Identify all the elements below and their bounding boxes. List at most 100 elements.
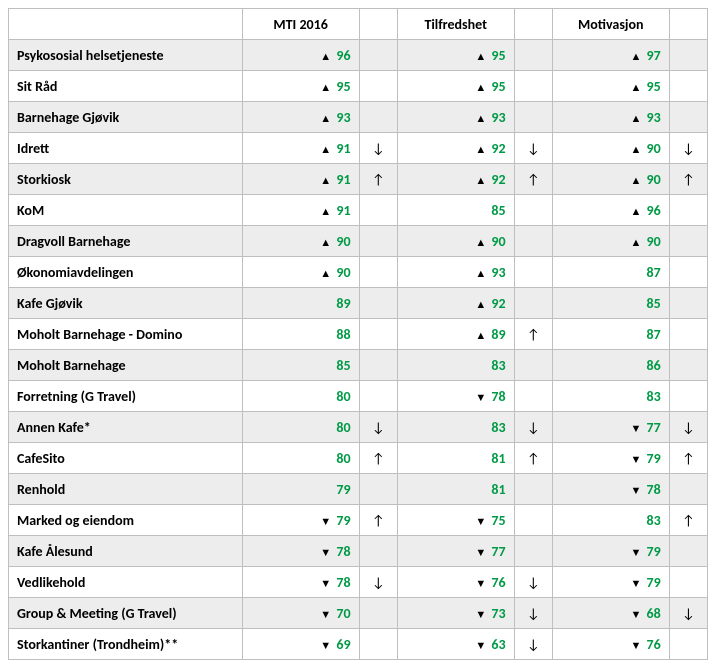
motivasjon-trend [669,381,707,412]
arrow-down-icon: ↓ [527,140,540,157]
triangle-up-icon: ▲ [320,267,331,280]
row-name: Idrett [9,133,243,164]
tilfredshet-value: 81 [397,443,514,474]
row-name: Kafe Gjøvik [9,288,243,319]
tilfredshet-trend [514,288,552,319]
triangle-down-icon: ▼ [630,639,641,652]
table-row: Sit Råd▲ 95▲ 95▲ 95 [9,71,708,102]
arrow-down-icon: ↓ [682,605,695,622]
triangle-down-icon: ▼ [320,577,331,590]
motivasjon-value: 83 [552,505,669,536]
table-row: Vedlikehold▼ 78↓▼ 76↓▼ 79 [9,567,708,598]
arrow-down-icon: ↓ [682,140,695,157]
triangle-up-icon: ▲ [475,112,486,125]
tilfredshet-value: ▼ 73 [397,598,514,629]
motivasjon-value: ▲ 96 [552,195,669,226]
mti-value: ▲ 95 [242,71,359,102]
mti-trend: ↑ [359,164,397,195]
mti-value: 80 [242,412,359,443]
table-row: Moholt Barnehage - Domino88▲ 89↑87 [9,319,708,350]
tilfredshet-trend [514,71,552,102]
row-name: Dragvoll Barnehage [9,226,243,257]
motivasjon-value: ▲ 93 [552,102,669,133]
mti-value: ▲ 91 [242,164,359,195]
mti-trend [359,102,397,133]
mti-value: 85 [242,350,359,381]
table-row: Group & Meeting (G Travel)▼ 70▼ 73↓▼ 68↓ [9,598,708,629]
table-row: Kafe Ålesund▼ 78▼ 77▼ 79 [9,536,708,567]
motivasjon-trend [669,71,707,102]
row-name: Kafe Ålesund [9,536,243,567]
mti-value: ▼ 79 [242,505,359,536]
header-mti-arrow [359,9,397,40]
motivasjon-value: ▲ 95 [552,71,669,102]
arrow-up-icon: ↑ [527,450,540,467]
arrow-up-icon: ↑ [682,450,695,467]
arrow-up-icon: ↑ [372,512,385,529]
row-name: Vedlikehold [9,567,243,598]
tilfredshet-trend [514,350,552,381]
header-motivasjon-arrow [669,9,707,40]
motivasjon-trend [669,474,707,505]
motivasjon-trend [669,288,707,319]
row-name: Annen Kafe* [9,412,243,443]
triangle-up-icon: ▲ [630,174,641,187]
tilfredshet-value: ▲ 92 [397,133,514,164]
mti-trend [359,536,397,567]
tilfredshet-value: ▼ 75 [397,505,514,536]
triangle-up-icon: ▲ [320,205,331,218]
motivasjon-value: ▼ 68 [552,598,669,629]
triangle-up-icon: ▲ [320,81,331,94]
tilfredshet-value: ▲ 93 [397,257,514,288]
motivasjon-trend: ↓ [669,133,707,164]
mti-trend [359,40,397,71]
arrow-down-icon: ↓ [527,419,540,436]
row-name: Moholt Barnehage - Domino [9,319,243,350]
row-name: Storkiosk [9,164,243,195]
header-row: MTI 2016 Tilfredshet Motivasjon [9,9,708,40]
row-name: Group & Meeting (G Travel) [9,598,243,629]
table-row: Idrett▲ 91↓▲ 92↓▲ 90↓ [9,133,708,164]
arrow-down-icon: ↓ [372,419,385,436]
mti-value: ▲ 90 [242,226,359,257]
motivasjon-trend [669,350,707,381]
tilfredshet-trend [514,536,552,567]
row-name: Sit Råd [9,71,243,102]
motivasjon-value: ▼ 77 [552,412,669,443]
tilfredshet-value: 85 [397,195,514,226]
triangle-up-icon: ▲ [475,174,486,187]
triangle-down-icon: ▼ [630,453,641,466]
mti-trend: ↓ [359,133,397,164]
arrow-up-icon: ↑ [527,326,540,343]
motivasjon-trend [669,629,707,660]
tilfredshet-trend [514,102,552,133]
triangle-down-icon: ▼ [475,515,486,528]
table-row: Storkantiner (Trondheim)**▼ 69▼ 63↓▼ 76 [9,629,708,660]
mti-trend [359,257,397,288]
header-tilfredshet-arrow [514,9,552,40]
motivasjon-trend: ↑ [669,505,707,536]
table-row: Kafe Gjøvik89▲ 9285 [9,288,708,319]
mti-value: ▲ 91 [242,195,359,226]
mti-value: 89 [242,288,359,319]
triangle-down-icon: ▼ [320,515,331,528]
header-name [9,9,243,40]
motivasjon-value: 87 [552,319,669,350]
tilfredshet-trend: ↑ [514,443,552,474]
triangle-down-icon: ▼ [320,608,331,621]
table-row: Marked og eiendom▼ 79↑▼ 7583↑ [9,505,708,536]
tilfredshet-value: ▼ 63 [397,629,514,660]
motivasjon-trend: ↓ [669,412,707,443]
table-row: KoM▲ 9185▲ 96 [9,195,708,226]
mti-value: 80 [242,443,359,474]
triangle-down-icon: ▼ [320,546,331,559]
mti-trend [359,319,397,350]
motivasjon-trend [669,102,707,133]
tilfredshet-value: ▼ 78 [397,381,514,412]
triangle-up-icon: ▲ [630,81,641,94]
mti-value: ▲ 90 [242,257,359,288]
tilfredshet-value: ▲ 90 [397,226,514,257]
row-name: Psykososial helsetjeneste [9,40,243,71]
tilfredshet-trend [514,474,552,505]
tilfredshet-value: ▼ 77 [397,536,514,567]
